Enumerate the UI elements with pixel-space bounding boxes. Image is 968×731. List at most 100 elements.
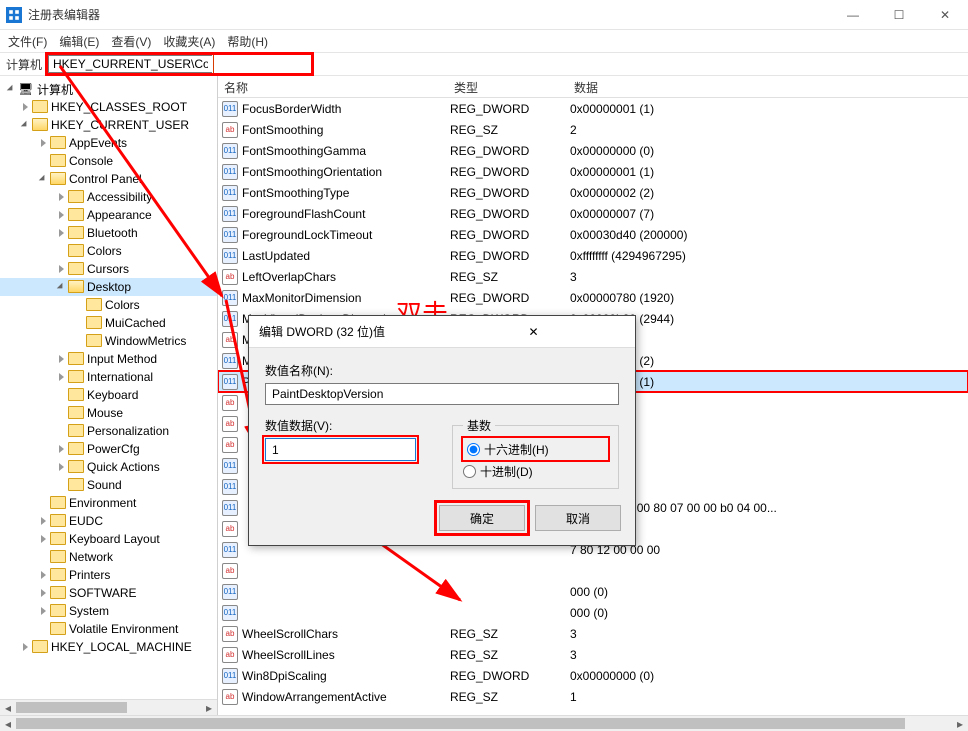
- tree-item-network[interactable]: Network: [0, 548, 217, 566]
- chevron-icon[interactable]: [36, 607, 50, 615]
- menu-edit[interactable]: 编辑(E): [59, 33, 99, 50]
- menu-file[interactable]: 文件(F): [8, 33, 47, 50]
- tree-item-colors[interactable]: Colors: [0, 296, 217, 314]
- tree-item-system[interactable]: System: [0, 602, 217, 620]
- list-row[interactable]: 011FocusBorderWidthREG_DWORD0x00000001 (…: [218, 98, 968, 119]
- col-type[interactable]: 类型: [448, 76, 568, 97]
- close-button[interactable]: ✕: [922, 0, 968, 29]
- chevron-icon[interactable]: [36, 517, 50, 525]
- value-data-input[interactable]: [265, 438, 416, 461]
- tree-item-software[interactable]: SOFTWARE: [0, 584, 217, 602]
- hscroll-thumb[interactable]: [16, 702, 127, 713]
- tree-item-keyboard[interactable]: Keyboard: [0, 386, 217, 404]
- tree-item-international[interactable]: International: [0, 368, 217, 386]
- list-row[interactable]: 011MaxMonitorDimensionREG_DWORD0x0000078…: [218, 287, 968, 308]
- ok-button[interactable]: 确定: [439, 505, 525, 531]
- minimize-button[interactable]: —: [830, 0, 876, 29]
- chevron-icon[interactable]: [54, 265, 68, 273]
- tree-label: Desktop: [87, 280, 131, 294]
- address-input[interactable]: [48, 55, 212, 73]
- tree-item-environment[interactable]: Environment: [0, 494, 217, 512]
- tree-item-keyboard-layout[interactable]: Keyboard Layout: [0, 530, 217, 548]
- cancel-button[interactable]: 取消: [535, 505, 621, 531]
- tree-item-appevents[interactable]: AppEvents: [0, 134, 217, 152]
- list-row[interactable]: 011 000 (0): [218, 602, 968, 623]
- list-row[interactable]: 011ForegroundFlashCountREG_DWORD0x000000…: [218, 203, 968, 224]
- list-row[interactable]: 011Win8DpiScalingREG_DWORD0x00000000 (0): [218, 665, 968, 686]
- tree-item-eudc[interactable]: EUDC: [0, 512, 217, 530]
- tree-item-appearance[interactable]: Appearance: [0, 206, 217, 224]
- dialog-titlebar[interactable]: 编辑 DWORD (32 位)值 ✕: [249, 316, 635, 348]
- tree-item-mouse[interactable]: Mouse: [0, 404, 217, 422]
- chevron-icon[interactable]: [54, 373, 68, 381]
- tree-item-hkey-classes-root[interactable]: HKEY_CLASSES_ROOT: [0, 98, 217, 116]
- chevron-icon[interactable]: [54, 445, 68, 453]
- chevron-icon[interactable]: [36, 175, 50, 183]
- list-row[interactable]: abWindowArrangementActiveREG_SZ1: [218, 686, 968, 707]
- list-row[interactable]: abWheelScrollCharsREG_SZ3: [218, 623, 968, 644]
- tree-item-sound[interactable]: Sound: [0, 476, 217, 494]
- chevron-icon[interactable]: [54, 355, 68, 363]
- tree-item-console[interactable]: Console: [0, 152, 217, 170]
- tree-item-windowmetrics[interactable]: WindowMetrics: [0, 332, 217, 350]
- maximize-button[interactable]: ☐: [876, 0, 922, 29]
- tree-item-bluetooth[interactable]: Bluetooth: [0, 224, 217, 242]
- tree-item-colors[interactable]: Colors: [0, 242, 217, 260]
- radio-hex-row[interactable]: 十六进制(H): [463, 438, 608, 460]
- tree-item--[interactable]: 计算机: [0, 80, 217, 98]
- list-row[interactable]: 011FontSmoothingTypeREG_DWORD0x00000002 …: [218, 182, 968, 203]
- radio-hex[interactable]: [467, 443, 480, 456]
- list-row[interactable]: 011FontSmoothingGammaREG_DWORD0x00000000…: [218, 140, 968, 161]
- tree-item-hkey-local-machine[interactable]: HKEY_LOCAL_MACHINE: [0, 638, 217, 656]
- list-row[interactable]: 011ForegroundLockTimeoutREG_DWORD0x00030…: [218, 224, 968, 245]
- menu-favorites[interactable]: 收藏夹(A): [163, 33, 215, 50]
- dialog-close-icon[interactable]: ✕: [442, 325, 625, 339]
- menu-view[interactable]: 查看(V): [111, 33, 151, 50]
- tree-item-volatile-environment[interactable]: Volatile Environment: [0, 620, 217, 638]
- chevron-icon[interactable]: [54, 283, 68, 291]
- tree-item-accessibility[interactable]: Accessibility: [0, 188, 217, 206]
- tree-item-hkey-current-user[interactable]: HKEY_CURRENT_USER: [0, 116, 217, 134]
- chevron-icon[interactable]: [18, 103, 32, 111]
- tree-item-powercfg[interactable]: PowerCfg: [0, 440, 217, 458]
- chevron-icon[interactable]: [54, 229, 68, 237]
- list-row[interactable]: abLeftOverlapCharsREG_SZ3: [218, 266, 968, 287]
- chevron-icon[interactable]: [4, 85, 18, 93]
- col-data[interactable]: 数据: [568, 76, 968, 97]
- list-row[interactable]: 011FontSmoothingOrientationREG_DWORD0x00…: [218, 161, 968, 182]
- list-row[interactable]: ab: [218, 560, 968, 581]
- menu-help[interactable]: 帮助(H): [227, 33, 268, 50]
- hscroll-left-icon[interactable]: ◂: [0, 700, 16, 715]
- tree-item-printers[interactable]: Printers: [0, 566, 217, 584]
- window-hscroll[interactable]: ◂ ▸: [0, 715, 968, 731]
- hscroll-left-icon[interactable]: ◂: [0, 716, 16, 731]
- chevron-icon[interactable]: [36, 139, 50, 147]
- chevron-icon[interactable]: [36, 571, 50, 579]
- chevron-icon[interactable]: [36, 535, 50, 543]
- tree-item-quick-actions[interactable]: Quick Actions: [0, 458, 217, 476]
- list-row[interactable]: 011 000 (0): [218, 581, 968, 602]
- radio-dec[interactable]: [463, 465, 476, 478]
- tree-item-muicached[interactable]: MuiCached: [0, 314, 217, 332]
- list-row[interactable]: abFontSmoothingREG_SZ2: [218, 119, 968, 140]
- hscroll-right-icon[interactable]: ▸: [952, 716, 968, 731]
- chevron-icon[interactable]: [36, 589, 50, 597]
- col-name[interactable]: 名称: [218, 76, 448, 97]
- radio-dec-row[interactable]: 十进制(D): [463, 460, 608, 482]
- tree-item-desktop[interactable]: Desktop: [0, 278, 217, 296]
- chevron-icon[interactable]: [54, 193, 68, 201]
- chevron-icon[interactable]: [54, 463, 68, 471]
- tree-hscroll[interactable]: ◂ ▸: [0, 699, 217, 715]
- tree-item-input-method[interactable]: Input Method: [0, 350, 217, 368]
- hscroll-thumb[interactable]: [16, 718, 905, 729]
- chevron-icon[interactable]: [18, 643, 32, 651]
- chevron-icon[interactable]: [54, 211, 68, 219]
- tree-item-control-panel[interactable]: Control Panel: [0, 170, 217, 188]
- tree-item-personalization[interactable]: Personalization: [0, 422, 217, 440]
- hscroll-right-icon[interactable]: ▸: [201, 700, 217, 715]
- tree-item-cursors[interactable]: Cursors: [0, 260, 217, 278]
- row-data: 0x00000780 (1920): [570, 291, 968, 305]
- list-row[interactable]: 011LastUpdatedREG_DWORD0xffffffff (42949…: [218, 245, 968, 266]
- list-row[interactable]: abWheelScrollLinesREG_SZ3: [218, 644, 968, 665]
- chevron-icon[interactable]: [18, 121, 32, 129]
